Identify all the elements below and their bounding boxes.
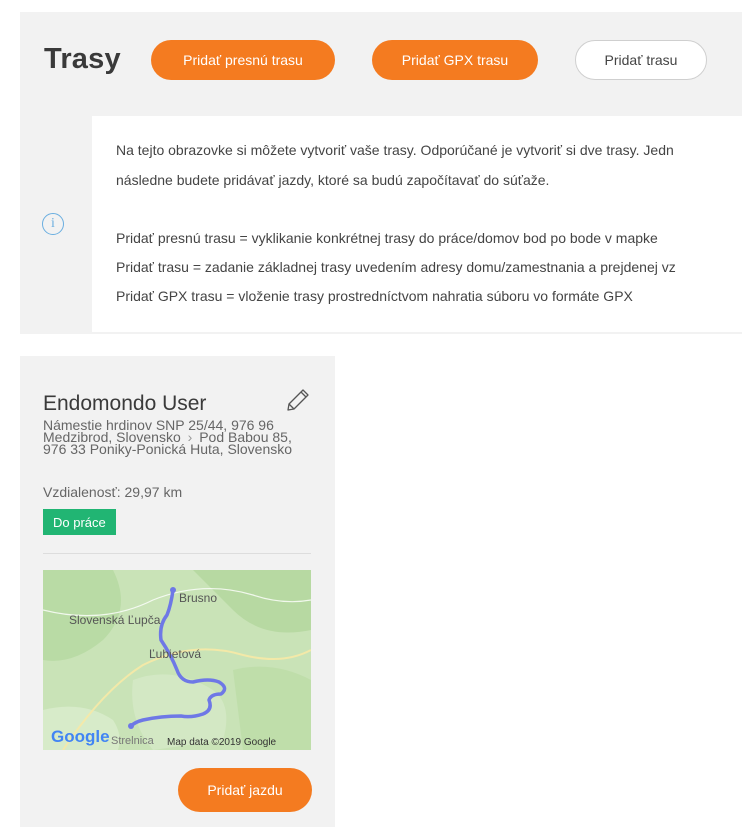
route-name: Endomondo User xyxy=(43,392,207,415)
page-title: Trasy xyxy=(44,43,121,75)
route-map[interactable]: Brusno Slovenská Ľupča Ľubietová Strelni… xyxy=(43,570,311,750)
route-type-badge: Do práce xyxy=(43,509,116,535)
routes-page: Trasy Pridať presnú trasu Pridať GPX tra… xyxy=(0,0,742,827)
add-route-button[interactable]: Pridať trasu xyxy=(575,40,707,80)
route-end-marker xyxy=(128,723,134,729)
info-text-intro-continued: následne budete pridávať jazdy, ktoré sa… xyxy=(116,172,550,188)
map-place-label: Ľubietová xyxy=(149,647,201,661)
card-divider xyxy=(43,553,311,554)
map-place-label: Strelnica xyxy=(111,735,155,747)
add-ride-button[interactable]: Pridať jazdu xyxy=(178,768,312,812)
route-address: Námestie hrdinov SNP 25/44, 976 96 Medzi… xyxy=(43,418,311,456)
pencil-icon[interactable] xyxy=(284,386,312,414)
routes-header: Trasy Pridať presnú trasu Pridať GPX tra… xyxy=(20,12,742,116)
add-precise-route-button[interactable]: Pridať presnú trasu xyxy=(151,40,335,80)
route-map-svg: Brusno Slovenská Ľupča Ľubietová Strelni… xyxy=(43,570,311,750)
map-place-label: Slovenská Ľupča xyxy=(69,613,161,627)
info-icon-area: i xyxy=(20,116,92,332)
add-gpx-route-button[interactable]: Pridať GPX trasu xyxy=(372,40,538,80)
info-text-precise-route: Pridať presnú trasu = vyklikanie konkrét… xyxy=(116,230,658,246)
google-logo: Google xyxy=(51,727,110,746)
map-place-label: Brusno xyxy=(179,591,217,605)
info-panel: Na tejto obrazovke si môžete vytvoriť va… xyxy=(92,116,742,332)
info-text-route: Pridať trasu = zadanie základnej trasy u… xyxy=(116,259,676,275)
info-text-intro: Na tejto obrazovke si môžete vytvoriť va… xyxy=(116,142,674,158)
route-distance: Vzdialenosť: 29,97 km xyxy=(43,484,183,500)
route-start-marker xyxy=(170,587,176,593)
map-attribution: Map data ©2019 Google xyxy=(167,737,277,748)
info-text-gpx-route: Pridať GPX trasu = vloženie trasy prostr… xyxy=(116,288,633,304)
route-card: Endomondo User Námestie hrdinov SNP 25/4… xyxy=(20,356,335,827)
info-circle-icon: i xyxy=(42,213,64,235)
